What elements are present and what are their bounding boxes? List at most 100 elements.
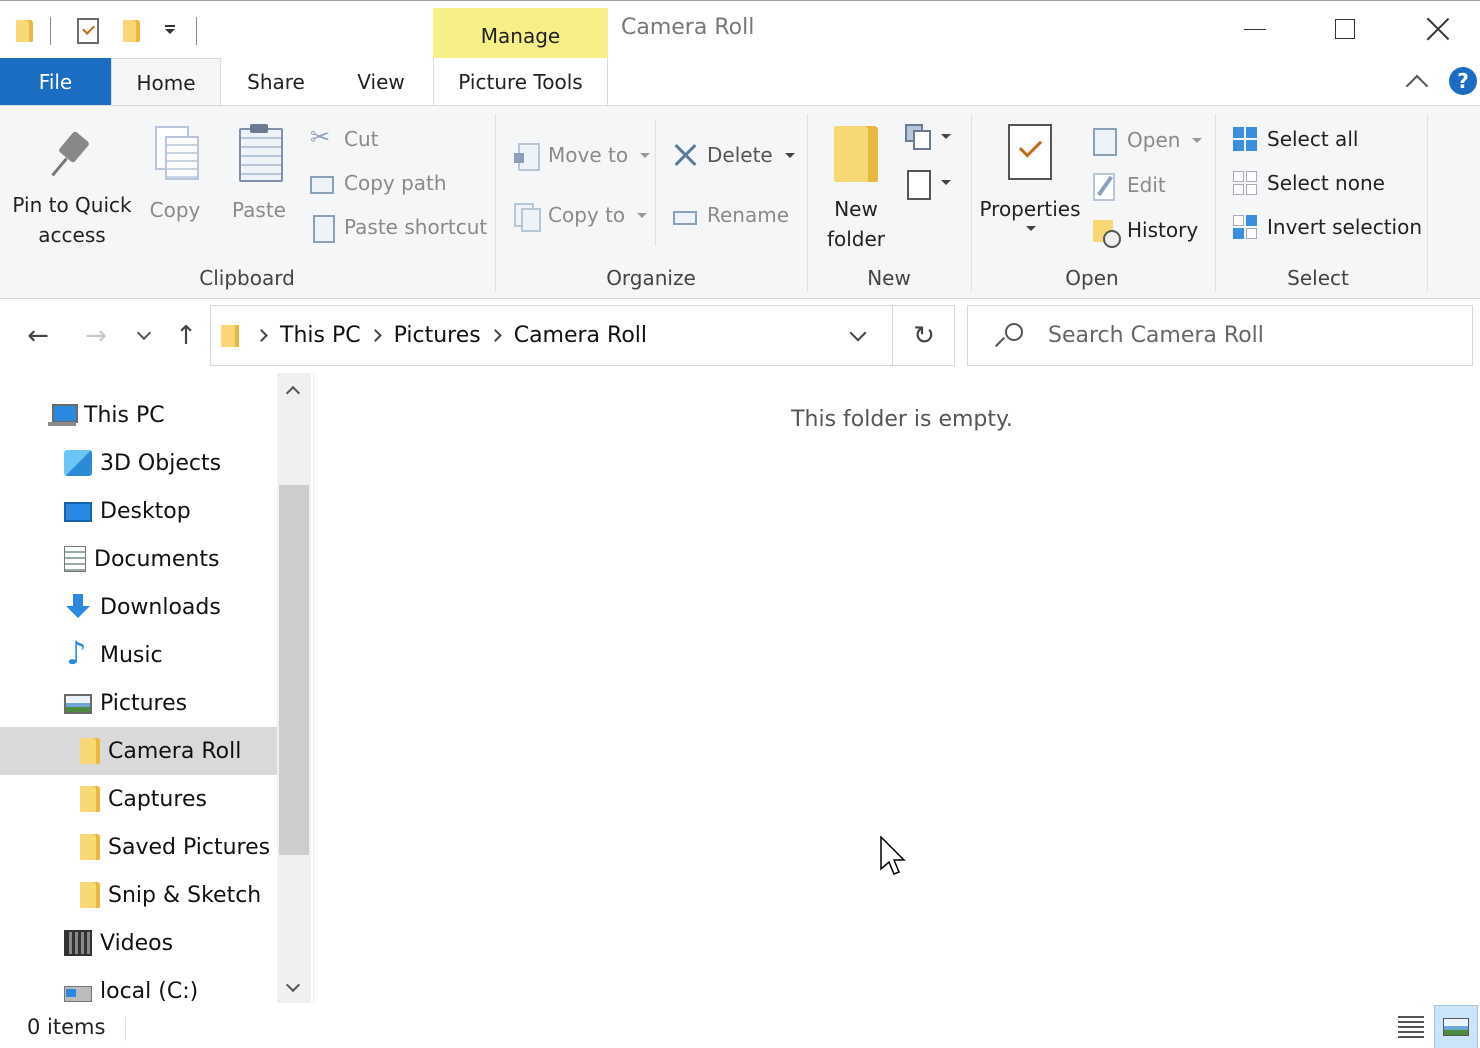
move-to-icon bbox=[514, 143, 540, 171]
new-folder-label-line1: New bbox=[834, 197, 878, 221]
rename-button[interactable]: Rename bbox=[673, 199, 789, 231]
window-title: Camera Roll bbox=[621, 15, 755, 40]
tab-view[interactable]: View bbox=[331, 58, 431, 105]
properties-dropdown-icon bbox=[1026, 226, 1036, 231]
nav-item-music[interactable]: Music bbox=[0, 631, 277, 679]
easy-access-button[interactable] bbox=[905, 166, 951, 200]
easy-access-dropdown-icon bbox=[941, 179, 951, 185]
nav-item-documents[interactable]: Documents bbox=[0, 535, 277, 583]
invert-selection-label: Invert selection bbox=[1267, 215, 1423, 239]
nav-item-videos[interactable]: Videos bbox=[0, 919, 277, 967]
move-to-button[interactable]: Move to bbox=[514, 139, 651, 171]
rename-label: Rename bbox=[707, 203, 790, 227]
select-none-icon bbox=[1233, 171, 1257, 195]
pin-label-line1: Pin to Quick bbox=[12, 193, 132, 217]
file-list[interactable]: This folder is empty. bbox=[314, 373, 1480, 1003]
drive-icon bbox=[64, 978, 92, 1004]
navigation-bar: ← → ↑ This PC Pictures Camera Roll ↻ bbox=[0, 299, 1480, 373]
nav-item-desktop[interactable]: Desktop bbox=[0, 487, 277, 535]
breadcrumb-pictures[interactable]: Pictures bbox=[394, 323, 481, 348]
nav-item-saved-pictures[interactable]: Saved Pictures bbox=[0, 823, 277, 871]
tab-file[interactable]: File bbox=[0, 58, 111, 105]
search-box[interactable] bbox=[967, 305, 1473, 366]
documents-icon bbox=[64, 546, 86, 572]
refresh-icon[interactable]: ↻ bbox=[893, 305, 955, 366]
paste-shortcut-button[interactable]: Paste shortcut bbox=[310, 211, 487, 243]
delete-button[interactable]: Delete bbox=[673, 139, 795, 171]
maximize-button[interactable] bbox=[1315, 11, 1375, 47]
breadcrumb-chevron-icon bbox=[255, 329, 268, 342]
nav-item-label: Saved Pictures bbox=[108, 834, 271, 860]
nav-item-this-pc[interactable]: This PC bbox=[0, 391, 277, 439]
tab-home[interactable]: Home bbox=[111, 58, 221, 106]
recent-locations-chevron-icon[interactable] bbox=[126, 319, 162, 353]
invert-selection-icon bbox=[1233, 215, 1257, 239]
folder-icon bbox=[80, 786, 100, 812]
properties-label: Properties bbox=[979, 197, 1081, 221]
edit-button[interactable]: Edit bbox=[1093, 169, 1166, 201]
details-view-icon[interactable] bbox=[1394, 1011, 1428, 1043]
nav-item-label: Desktop bbox=[100, 498, 191, 524]
tab-picture-tools[interactable]: Picture Tools bbox=[433, 58, 608, 105]
ribbon-group-separator bbox=[1427, 114, 1428, 292]
nav-item-label: Downloads bbox=[100, 594, 221, 620]
copy-path-button[interactable]: Copy path bbox=[310, 167, 447, 199]
new-item-button[interactable] bbox=[905, 120, 951, 152]
select-all-label: Select all bbox=[1267, 127, 1359, 151]
large-icons-view-icon[interactable] bbox=[1434, 1005, 1478, 1048]
select-none-button[interactable]: Select none bbox=[1233, 167, 1385, 199]
select-all-button[interactable]: Select all bbox=[1233, 123, 1358, 155]
forward-arrow-icon[interactable]: → bbox=[76, 319, 116, 353]
nav-pane-scroll-thumb[interactable] bbox=[279, 485, 309, 855]
back-arrow-icon[interactable]: ← bbox=[18, 319, 58, 353]
history-icon bbox=[1093, 218, 1121, 248]
new-folder-button[interactable]: New folder bbox=[818, 126, 894, 254]
help-button[interactable]: ? bbox=[1449, 67, 1477, 95]
properties-button[interactable]: Properties bbox=[978, 124, 1082, 231]
window-folder-icon[interactable] bbox=[12, 13, 36, 49]
nav-item-snip-sketch[interactable]: Snip & Sketch bbox=[0, 871, 277, 919]
nav-item-3d-objects[interactable]: 3D Objects bbox=[0, 439, 277, 487]
manage-tab[interactable]: Manage bbox=[433, 8, 608, 58]
customize-qat-chevron-icon[interactable] bbox=[158, 13, 182, 49]
close-button[interactable] bbox=[1408, 11, 1468, 47]
nav-item-label: Snip & Sketch bbox=[108, 882, 262, 908]
ribbon: Pin to Quick access Copy Paste Cut Copy … bbox=[0, 105, 1480, 299]
paste-button[interactable]: Paste bbox=[224, 124, 294, 225]
delete-dropdown-icon bbox=[784, 152, 795, 158]
history-button[interactable]: History bbox=[1093, 214, 1198, 248]
tab-share[interactable]: Share bbox=[221, 58, 331, 105]
paste-label: Paste bbox=[232, 198, 286, 222]
open-button[interactable]: Open bbox=[1093, 124, 1203, 156]
status-separator bbox=[125, 1017, 126, 1041]
minimize-button[interactable] bbox=[1225, 11, 1285, 47]
nav-item-camera-roll[interactable]: Camera Roll bbox=[0, 727, 277, 775]
address-bar[interactable]: This PC Pictures Camera Roll bbox=[210, 305, 955, 366]
collapse-ribbon-chevron-icon[interactable] bbox=[1404, 70, 1432, 94]
move-to-label: Move to bbox=[548, 143, 629, 167]
copy-button[interactable]: Copy bbox=[140, 126, 210, 225]
item-count: 0 items bbox=[27, 1015, 106, 1039]
nav-item-pictures[interactable]: Pictures bbox=[0, 679, 277, 727]
search-input[interactable] bbox=[1048, 323, 1448, 348]
edit-pencil-icon bbox=[1093, 173, 1117, 201]
pin-to-quick-access-button[interactable]: Pin to Quick access bbox=[8, 130, 136, 250]
copy-to-button[interactable]: Copy to bbox=[514, 199, 648, 232]
computer-icon bbox=[48, 402, 78, 428]
new-folder-quick-icon[interactable] bbox=[118, 13, 144, 49]
breadcrumb-this-pc[interactable]: This PC bbox=[280, 323, 361, 348]
pin-icon bbox=[50, 130, 94, 180]
cut-button[interactable]: Cut bbox=[310, 123, 378, 155]
properties-quick-icon[interactable] bbox=[74, 13, 102, 49]
breadcrumb-camera-roll[interactable]: Camera Roll bbox=[514, 323, 647, 348]
empty-folder-message: This folder is empty. bbox=[791, 407, 1013, 432]
3d-objects-icon bbox=[64, 450, 92, 476]
search-icon bbox=[996, 322, 1024, 350]
nav-item-downloads[interactable]: Downloads bbox=[0, 583, 277, 631]
nav-item-captures[interactable]: Captures bbox=[0, 775, 277, 823]
copy-path-icon bbox=[310, 175, 334, 194]
up-arrow-icon[interactable]: ↑ bbox=[166, 319, 206, 353]
clipboard-group-label: Clipboard bbox=[199, 266, 295, 290]
invert-selection-button[interactable]: Invert selection bbox=[1233, 211, 1422, 243]
new-folder-icon bbox=[834, 126, 878, 182]
